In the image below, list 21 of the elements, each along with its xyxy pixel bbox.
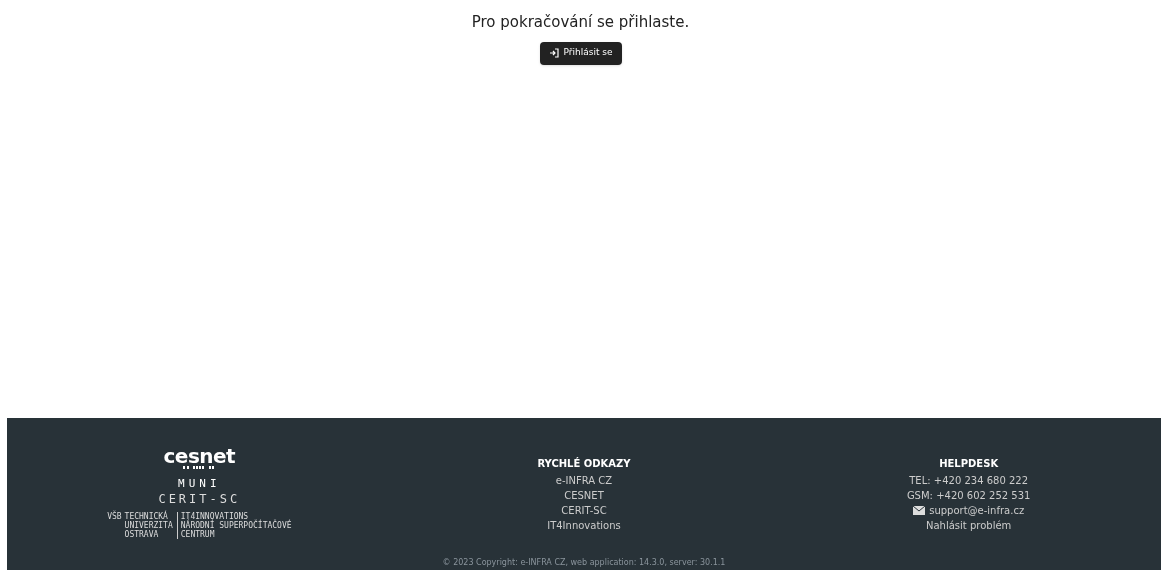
muni-logo: MUNI	[178, 478, 221, 490]
mail-icon	[913, 506, 926, 515]
it4i-logo: IT4INNOVATIONS NÁRODNÍ SUPERPOČÍTAČOVÉ CENTRUM	[176, 512, 292, 539]
quick-links-heading: RYCHLÉ ODKAZY	[537, 456, 631, 471]
dots-icon	[183, 466, 216, 470]
footer-link[interactable]: IT4Innovations	[547, 518, 621, 533]
footer-link[interactable]: e-INFRA CZ	[555, 473, 613, 488]
phone-number: TEL: +420 234 680 222	[909, 474, 1029, 488]
footer-link[interactable]: CESNET	[564, 488, 604, 503]
helpdesk-heading: HELPDESK	[939, 457, 999, 471]
report-problem-link[interactable]: Nahlásit problém	[926, 518, 1012, 533]
footer-link[interactable]: CERIT-SC	[561, 503, 607, 518]
email-link[interactable]: support@e-infra.cz	[929, 503, 1025, 518]
cesnet-logo: cesnet	[163, 446, 236, 466]
login-button[interactable]: Přihlásit se	[539, 41, 622, 65]
phone-number: GSM: +420 602 252 531	[906, 489, 1031, 503]
cerit-logo: CERIT-SC	[158, 491, 241, 508]
copyright: © 2023 Copyright: e-INFRA CZ, web application: 14.3.0, server: 30.1.1	[442, 557, 726, 569]
login-icon	[548, 48, 559, 58]
login-prompt: Pro pokračování se přihlaste.	[471, 12, 690, 33]
vsb-logo: VŠB TECHNICKÁ UNIVERZITA OSTRAVA	[107, 512, 173, 539]
